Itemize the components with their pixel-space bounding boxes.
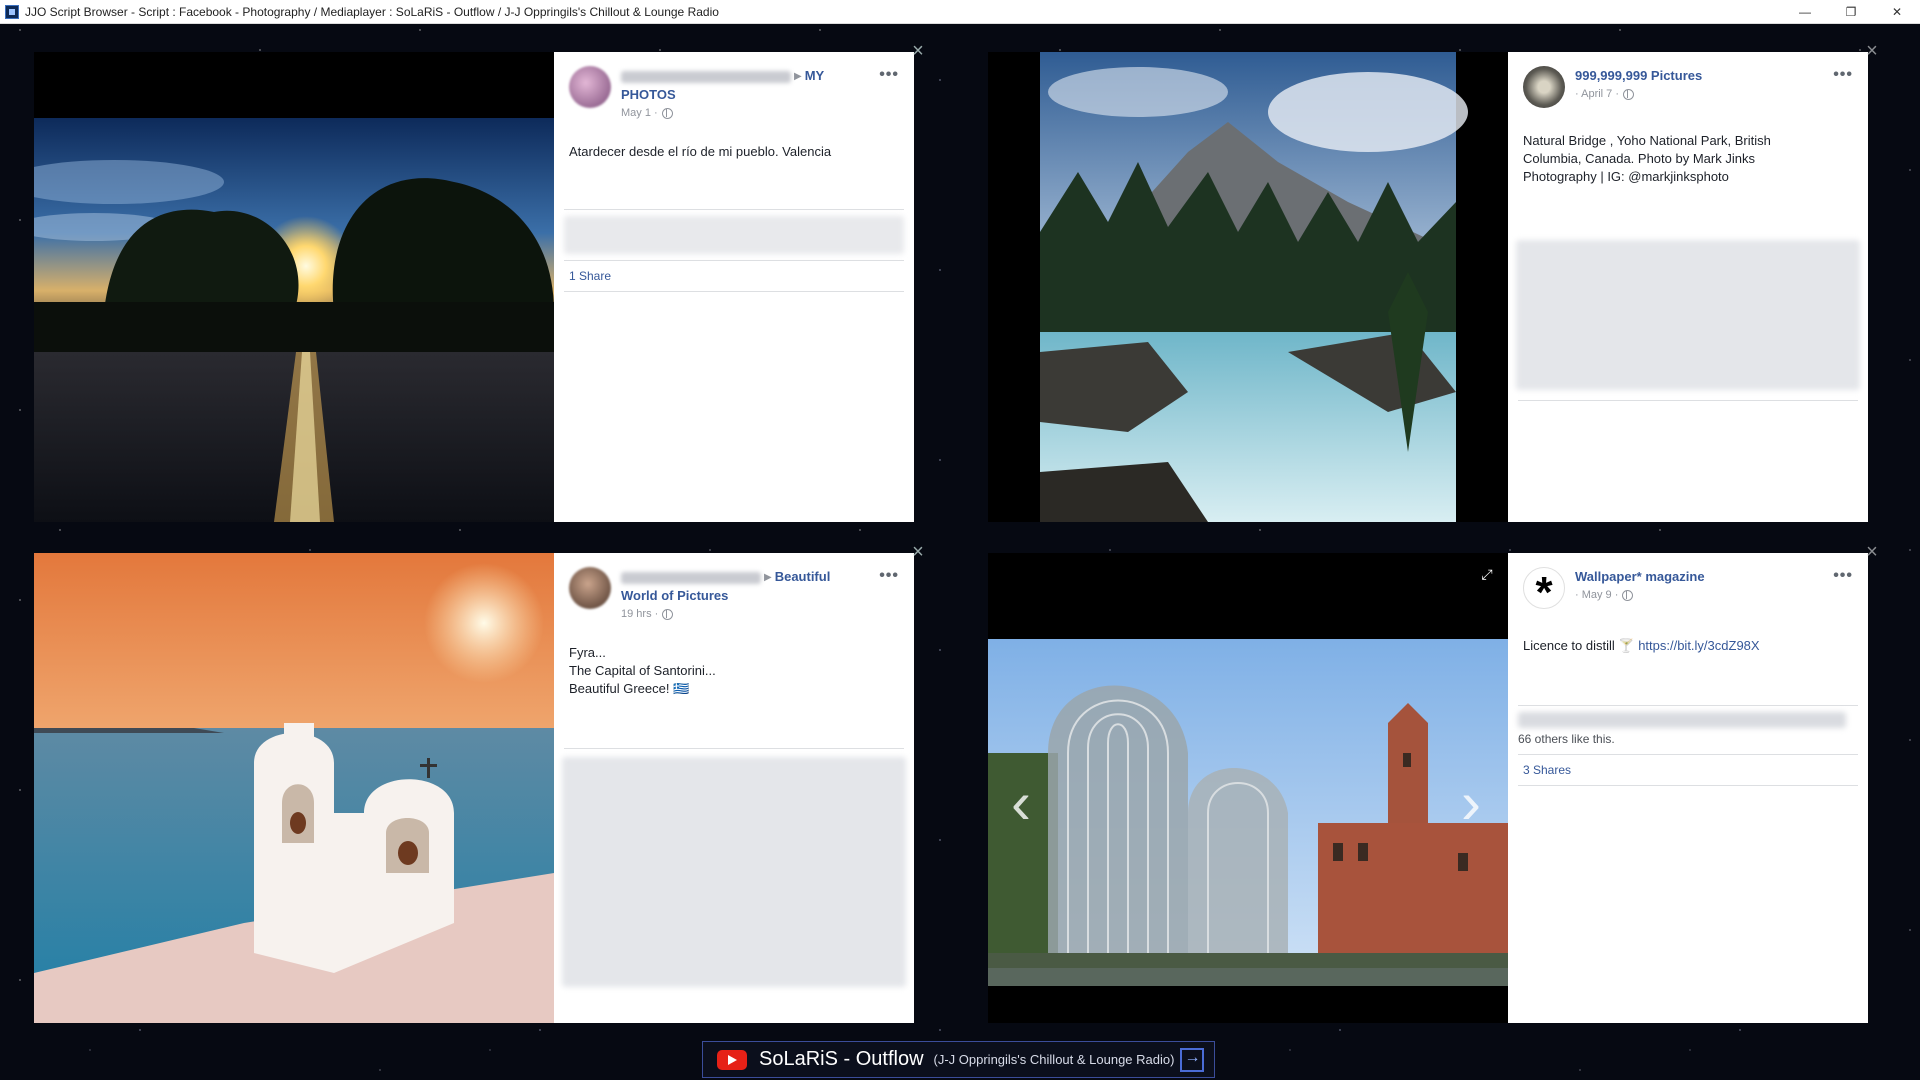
post-author: 999,999,999 Pictures · April 7 · bbox=[1575, 66, 1853, 108]
post-caption: Licence to distill 🍸 https://bit.ly/3cdZ… bbox=[1508, 609, 1868, 655]
page-name-link-cont[interactable]: PHOTOS bbox=[621, 87, 676, 102]
caption-line: Natural Bridge , Yoho National Park, Bri… bbox=[1523, 133, 1771, 148]
post-header: ▶ Beautiful World of Pictures 19 hrs · ••… bbox=[554, 553, 914, 620]
divider bbox=[564, 291, 904, 292]
divider bbox=[564, 209, 904, 210]
post-details-1: ▶ MY PHOTOS May 1 · ••• Atardecer desde e… bbox=[554, 52, 914, 522]
next-arrow-icon[interactable]: › bbox=[1456, 773, 1486, 833]
arrow-icon: ▶ bbox=[764, 572, 772, 584]
caption-text: Licence to distill 🍸 bbox=[1523, 638, 1639, 653]
close-panel-icon[interactable]: × bbox=[1863, 41, 1881, 61]
divider bbox=[1518, 785, 1858, 786]
globe-icon bbox=[1623, 88, 1635, 100]
asterisk-logo-icon: * bbox=[1535, 568, 1553, 609]
more-options-icon[interactable]: ••• bbox=[879, 567, 899, 585]
arrow-icon: ▶ bbox=[794, 71, 802, 83]
post-meta: · May 9 · bbox=[1575, 589, 1813, 601]
page-name-link[interactable]: 999,999,999 Pictures bbox=[1575, 68, 1702, 83]
blurred-reactions bbox=[1518, 712, 1846, 728]
page-name-link-cont[interactable]: World of Pictures bbox=[621, 588, 728, 603]
close-panel-icon[interactable]: × bbox=[909, 41, 927, 61]
caption-line: Fyra... bbox=[569, 645, 606, 660]
more-options-icon[interactable]: ••• bbox=[1833, 567, 1853, 585]
photo-glasshouse[interactable]: ‹ › ⤢ bbox=[988, 553, 1508, 1023]
exit-icon[interactable] bbox=[1180, 1047, 1205, 1072]
post-author: ▶ MY PHOTOS May 1 · bbox=[621, 66, 899, 119]
post-details-3: ▶ Beautiful World of Pictures 19 hrs · ••… bbox=[554, 553, 914, 1023]
photo-panel-4: ‹ › ⤢ * Wallpaper* magazine · May 9 · ••… bbox=[988, 542, 1878, 1023]
blurred-author-name bbox=[621, 70, 791, 83]
post-meta: May 1 · bbox=[621, 107, 859, 119]
mountain-river-image bbox=[988, 52, 1508, 522]
post-date[interactable]: May 1 · bbox=[621, 107, 658, 119]
close-panel-icon[interactable]: × bbox=[1863, 542, 1881, 562]
photo-panel-3: ▶ Beautiful World of Pictures 19 hrs · ••… bbox=[34, 542, 924, 1023]
caption-line: Beautiful Greece! 🇬🇷 bbox=[569, 681, 690, 696]
post-caption: Atardecer desde el río de mi pueblo. Val… bbox=[554, 119, 914, 161]
post-date[interactable]: 19 hrs · bbox=[621, 608, 658, 620]
post-author: ▶ Beautiful World of Pictures 19 hrs · bbox=[621, 567, 899, 620]
more-options-icon[interactable]: ••• bbox=[1833, 66, 1853, 84]
post-details-4: * Wallpaper* magazine · May 9 · ••• Lice… bbox=[1508, 553, 1868, 1023]
post-caption: Fyra... The Capital of Santorini... Beau… bbox=[554, 620, 914, 698]
caption-line: The Capital of Santorini... bbox=[569, 663, 716, 678]
post-meta: 19 hrs · bbox=[621, 608, 859, 620]
photo-mountain-river[interactable] bbox=[988, 52, 1508, 522]
globe-icon bbox=[662, 608, 674, 620]
avatar[interactable] bbox=[569, 66, 611, 108]
blurred-author-name bbox=[621, 571, 761, 584]
post-caption: Natural Bridge , Yoho National Park, Bri… bbox=[1508, 108, 1868, 186]
photo-panel-1: ▶ MY PHOTOS May 1 · ••• Atardecer desde e… bbox=[34, 41, 924, 522]
post-details-2: 999,999,999 Pictures · April 7 · ••• Nat… bbox=[1508, 52, 1868, 522]
window-title: JJO Script Browser - Script : Facebook -… bbox=[25, 4, 719, 19]
close-button[interactable]: ✕ bbox=[1874, 0, 1920, 24]
divider bbox=[1518, 400, 1858, 401]
post-author: Wallpaper* magazine · May 9 · bbox=[1575, 567, 1853, 609]
app-icon bbox=[5, 4, 19, 19]
page-name-link[interactable]: MY bbox=[805, 68, 825, 83]
restore-button[interactable]: ❐ bbox=[1828, 0, 1874, 24]
glasshouse-image bbox=[988, 553, 1508, 1023]
now-playing-title: SoLaRiS - Outflow bbox=[759, 1048, 924, 1070]
blurred-comments bbox=[562, 757, 906, 987]
caption-line: Photography | IG: @markjinksphoto bbox=[1523, 169, 1729, 184]
caption-line: Columbia, Canada. Photo by Mark Jinks bbox=[1523, 151, 1755, 166]
post-date[interactable]: · April 7 · bbox=[1575, 88, 1619, 100]
photo-panel-2: 999,999,999 Pictures · April 7 · ••• Nat… bbox=[988, 41, 1878, 522]
close-panel-icon[interactable]: × bbox=[909, 542, 927, 562]
sunset-river-image bbox=[34, 52, 554, 522]
avatar[interactable]: * bbox=[1523, 567, 1565, 609]
avatar[interactable] bbox=[569, 567, 611, 609]
avatar[interactable] bbox=[1523, 66, 1565, 108]
caption-link[interactable]: https://bit.ly/3cdZ98X bbox=[1638, 638, 1759, 653]
blurred-comments bbox=[1516, 240, 1860, 390]
caption-line: Atardecer desde el río de mi pueblo. Val… bbox=[569, 144, 832, 159]
post-meta: · April 7 · bbox=[1575, 88, 1813, 100]
photo-sunset-river[interactable] bbox=[34, 52, 554, 522]
divider bbox=[1518, 705, 1858, 706]
post-header: ▶ MY PHOTOS May 1 · ••• bbox=[554, 52, 914, 119]
now-playing-station: (J-J Oppringils's Chillout & Lounge Radi… bbox=[933, 1052, 1175, 1067]
media-player-bar[interactable]: SoLaRiS - Outflow (J-J Oppringils's Chil… bbox=[702, 1041, 1215, 1078]
more-options-icon[interactable]: ••• bbox=[879, 66, 899, 84]
post-date[interactable]: · May 9 · bbox=[1575, 589, 1618, 601]
prev-arrow-icon[interactable]: ‹ bbox=[1006, 773, 1036, 833]
globe-icon bbox=[661, 107, 673, 119]
photo-santorini[interactable] bbox=[34, 553, 554, 1023]
fullscreen-icon[interactable]: ⤢ bbox=[1478, 565, 1496, 583]
likes-count[interactable]: 66 others like this. bbox=[1508, 732, 1868, 746]
minimize-button[interactable]: — bbox=[1782, 0, 1828, 24]
post-header: 999,999,999 Pictures · April 7 · ••• bbox=[1508, 52, 1868, 108]
shares-link[interactable]: 1 Share bbox=[554, 261, 914, 291]
page-name-link[interactable]: Wallpaper* magazine bbox=[1575, 569, 1705, 584]
window-titlebar: JJO Script Browser - Script : Facebook -… bbox=[0, 0, 1920, 24]
page-name-link[interactable]: Beautiful bbox=[775, 569, 831, 584]
santorini-image bbox=[34, 553, 554, 1023]
post-header: * Wallpaper* magazine · May 9 · ••• bbox=[1508, 553, 1868, 609]
globe-icon bbox=[1622, 589, 1634, 601]
divider bbox=[564, 748, 904, 749]
shares-link[interactable]: 3 Shares bbox=[1508, 755, 1868, 785]
youtube-play-icon[interactable] bbox=[717, 1049, 747, 1070]
blurred-reactions bbox=[564, 216, 904, 254]
